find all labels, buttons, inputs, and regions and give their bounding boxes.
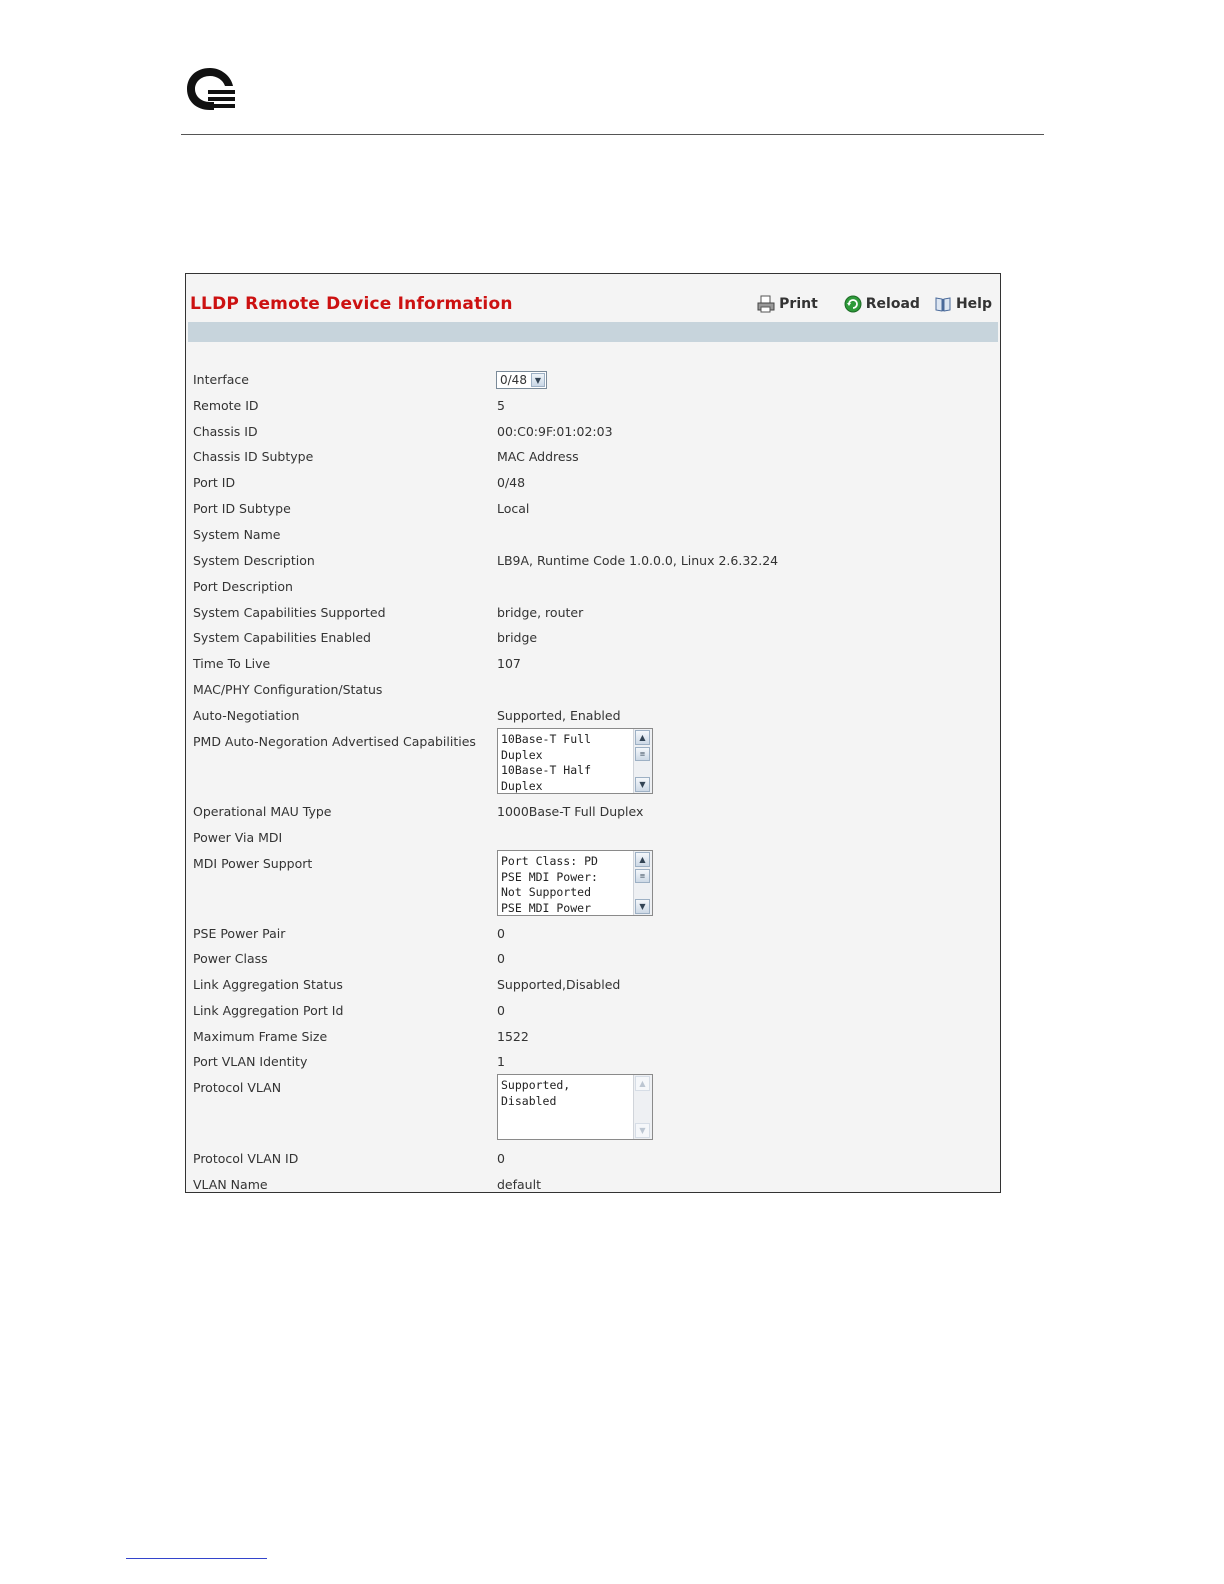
lldp-panel: LLDP Remote Device Information Print Rel… <box>185 273 1001 1193</box>
mdi-power-scrollbar[interactable]: ▲ ≡ ▼ <box>633 851 652 915</box>
company-logo <box>187 68 235 110</box>
mau-type-label: Operational MAU Type <box>193 804 332 819</box>
chassis-id-value: 00:C0:9F:01:02:03 <box>497 424 613 439</box>
scroll-down-icon[interactable]: ▼ <box>635 777 650 792</box>
scroll-up-icon[interactable]: ▲ <box>635 730 650 745</box>
auto-negotiation-value: Supported, Enabled <box>497 708 621 723</box>
mdi-power-support-listbox[interactable]: Port Class: PD PSE MDI Power: Not Suppor… <box>497 850 653 916</box>
max-frame-size-label: Maximum Frame Size <box>193 1029 328 1044</box>
ttl-value: 107 <box>497 656 521 671</box>
ttl-label: Time To Live <box>193 656 271 671</box>
reload-button[interactable]: Reload <box>844 295 920 313</box>
help-button[interactable]: Help <box>934 295 992 313</box>
mdi-power-support-text: Port Class: PD PSE MDI Power: Not Suppor… <box>501 854 598 915</box>
sys-cap-supported-value: bridge, router <box>497 605 584 620</box>
system-description-label: System Description <box>193 553 315 568</box>
pse-power-pair-label: PSE Power Pair <box>193 926 286 941</box>
sys-cap-enabled-value: bridge <box>497 630 538 645</box>
mac-phy-label: MAC/PHY Configuration/Status <box>193 682 383 697</box>
scroll-down-icon: ▼ <box>635 1123 650 1138</box>
port-vlan-identity-value: 1 <box>497 1054 505 1069</box>
toolbar: Print Reload Help <box>757 295 992 313</box>
port-id-value: 0/48 <box>497 475 526 490</box>
header-divider <box>181 134 1044 135</box>
link-agg-port-id-value: 0 <box>497 1003 505 1018</box>
reload-label: Reload <box>865 296 920 312</box>
protocol-vlan-text: Supported, Disabled <box>501 1078 571 1108</box>
link-agg-status-label: Link Aggregation Status <box>193 977 343 992</box>
system-name-label: System Name <box>193 527 281 542</box>
chassis-id-subtype-label: Chassis ID Subtype <box>193 449 314 464</box>
link-agg-port-id-label: Link Aggregation Port Id <box>193 1003 344 1018</box>
help-book-icon <box>935 297 951 312</box>
reload-icon <box>844 295 862 313</box>
protocol-vlan-listbox[interactable]: Supported, Disabled ▲ ▼ <box>497 1074 653 1140</box>
scroll-down-icon[interactable]: ▼ <box>635 899 650 914</box>
scroll-up-icon: ▲ <box>635 1076 650 1091</box>
auto-negotiation-label: Auto-Negotiation <box>193 708 300 723</box>
remote-id-label: Remote ID <box>193 398 259 413</box>
port-id-label: Port ID <box>193 475 236 490</box>
power-class-label: Power Class <box>193 951 268 966</box>
printer-icon <box>757 295 775 313</box>
interface-selected-value: 0/48 <box>500 373 527 387</box>
protocol-vlan-id-value: 0 <box>497 1151 505 1166</box>
pmd-caps-text: 10Base-T Full Duplex 10Base-T Half Duple… <box>501 732 592 793</box>
print-button[interactable]: Print <box>757 295 818 313</box>
vlan-name-value: default <box>497 1177 541 1192</box>
port-id-subtype-value: Local <box>497 501 530 516</box>
protocol-vlan-scrollbar: ▲ ▼ <box>633 1075 652 1139</box>
header-band <box>188 322 998 342</box>
mdi-power-support-label: MDI Power Support <box>193 856 313 871</box>
protocol-vlan-label: Protocol VLAN <box>193 1080 282 1095</box>
port-vlan-identity-label: Port VLAN Identity <box>193 1054 308 1069</box>
scroll-thumb[interactable]: ≡ <box>635 747 650 761</box>
power-via-mdi-label: Power Via MDI <box>193 830 283 845</box>
sys-cap-enabled-label: System Capabilities Enabled <box>193 630 371 645</box>
link-agg-status-value: Supported,Disabled <box>497 977 621 992</box>
scroll-thumb[interactable]: ≡ <box>635 869 650 883</box>
pmd-caps-scrollbar[interactable]: ▲ ≡ ▼ <box>633 729 652 793</box>
pmd-caps-listbox[interactable]: 10Base-T Full Duplex 10Base-T Half Duple… <box>497 728 653 794</box>
help-label: Help <box>955 296 992 312</box>
mau-type-value: 1000Base-T Full Duplex <box>497 804 644 819</box>
port-description-label: Port Description <box>193 579 293 594</box>
interface-select[interactable]: 0/48 ▼ <box>496 371 547 389</box>
pmd-caps-label: PMD Auto-Negoration Advertised Capabilit… <box>193 734 476 749</box>
system-description-value: LB9A, Runtime Code 1.0.0.0, Linux 2.6.32… <box>497 553 779 568</box>
print-label: Print <box>779 296 818 312</box>
chassis-id-subtype-value: MAC Address <box>497 449 579 464</box>
remote-id-value: 5 <box>497 398 505 413</box>
page-title: LLDP Remote Device Information <box>190 294 513 314</box>
power-class-value: 0 <box>497 951 505 966</box>
chevron-down-icon[interactable]: ▼ <box>531 373 545 387</box>
sys-cap-supported-label: System Capabilities Supported <box>193 605 386 620</box>
max-frame-size-value: 1522 <box>497 1029 529 1044</box>
protocol-vlan-id-label: Protocol VLAN ID <box>193 1151 299 1166</box>
pse-power-pair-value: 0 <box>497 926 505 941</box>
scroll-up-icon[interactable]: ▲ <box>635 852 650 867</box>
interface-label: Interface <box>193 372 249 387</box>
vlan-name-label: VLAN Name <box>193 1177 268 1192</box>
chassis-id-label: Chassis ID <box>193 424 258 439</box>
footer-link-underline <box>126 1558 267 1559</box>
port-id-subtype-label: Port ID Subtype <box>193 501 291 516</box>
